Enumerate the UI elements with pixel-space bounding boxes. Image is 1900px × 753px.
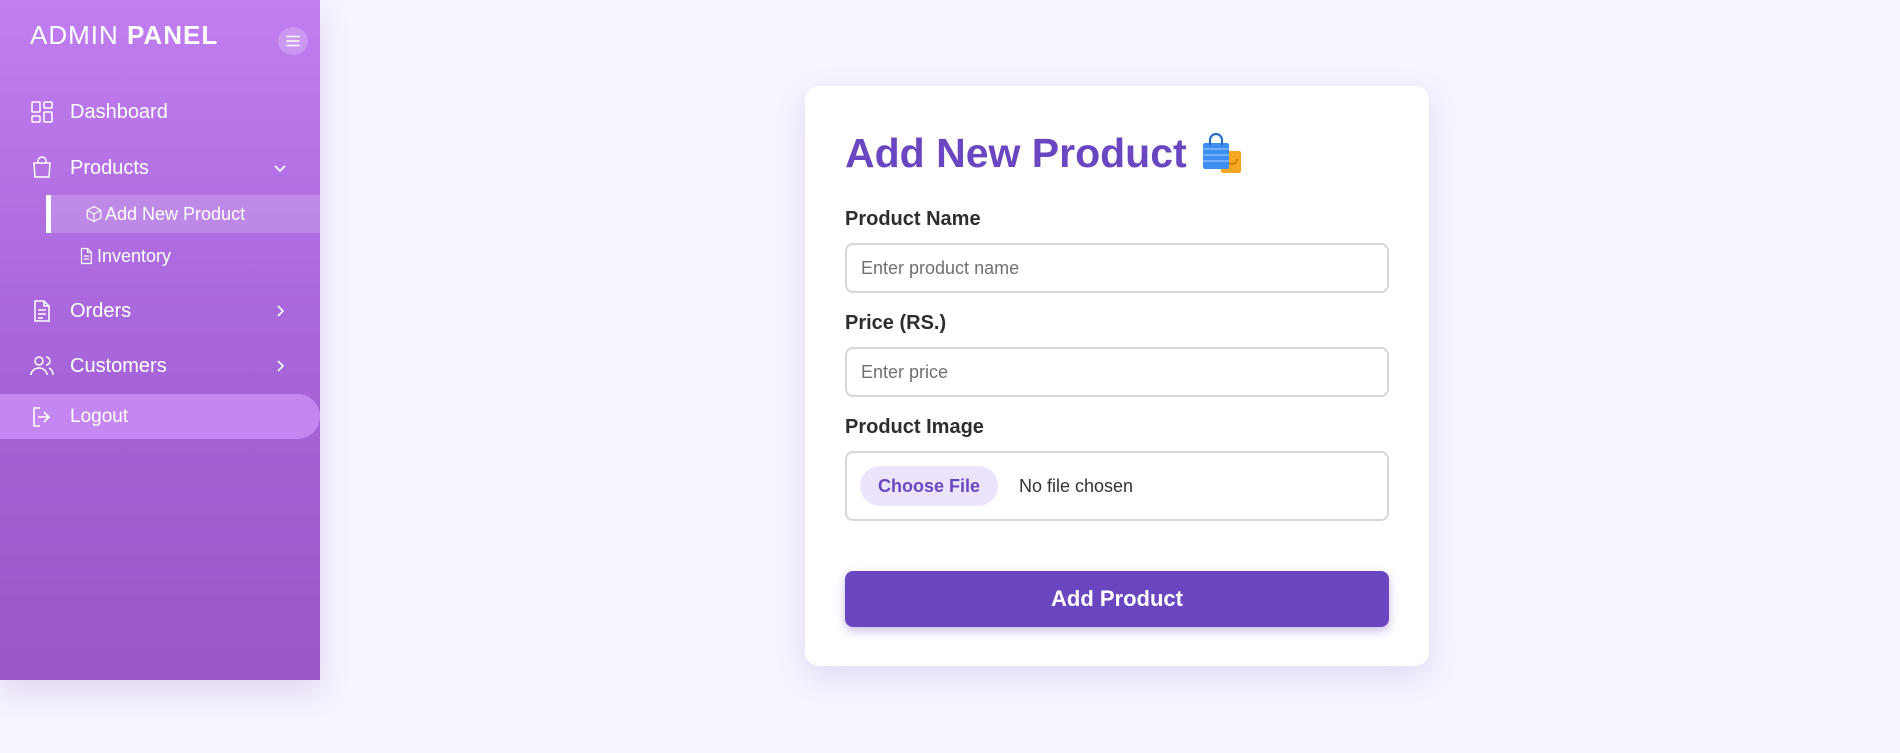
document-icon <box>34 300 50 322</box>
sidebar-subitem-label: Inventory <box>97 245 172 266</box>
sidebar-item-label: Orders <box>70 299 132 322</box>
shopping-bag-icon <box>33 156 51 178</box>
product-name-label: Product Name <box>845 208 981 230</box>
sidebar-item-label: Dashboard <box>70 100 168 123</box>
logout-icon <box>33 406 51 427</box>
box-icon <box>86 205 102 223</box>
sidebar-item-dashboard[interactable]: Dashboard <box>0 90 320 134</box>
shopping-bags-emoji-icon <box>1202 132 1241 173</box>
hamburger-icon <box>286 35 300 47</box>
sidebar-item-orders[interactable]: Orders <box>0 289 320 333</box>
price-input[interactable] <box>845 347 1389 397</box>
product-name-input[interactable] <box>845 243 1389 293</box>
sidebar-item-products[interactable]: Products <box>0 146 320 190</box>
menu-toggle-button[interactable] <box>278 27 308 55</box>
chevron-right-icon <box>277 305 285 317</box>
chevron-right-icon <box>277 360 285 372</box>
brand-logo: ADMIN PANEL <box>30 20 218 51</box>
sidebar-subitem-inventory[interactable]: Inventory <box>77 237 171 275</box>
brand-text-bold: PANEL <box>127 20 219 50</box>
price-label: Price (RS.) <box>845 312 947 334</box>
logout-button[interactable]: Logout <box>0 394 320 439</box>
file-status-text: No file chosen <box>1019 475 1134 496</box>
logout-label: Logout <box>70 405 129 427</box>
brand-text-light: ADMIN <box>30 20 119 50</box>
sidebar-subitem-label: Add New Product <box>105 203 246 224</box>
chevron-down-icon <box>274 165 286 173</box>
dashboard-grid-icon <box>31 101 53 123</box>
add-product-card: Add New Product Product Name Price (RS.)… <box>805 86 1429 666</box>
page-title-text: Add New Product <box>845 130 1187 176</box>
file-upload-field[interactable]: Choose File No file chosen <box>845 451 1389 521</box>
users-icon <box>30 356 54 376</box>
product-image-label: Product Image <box>845 416 984 438</box>
sidebar-item-label: Products <box>70 156 149 179</box>
document-icon <box>80 247 92 265</box>
sidebar-item-customers[interactable]: Customers <box>0 344 320 388</box>
page-title: Add New Product <box>845 130 1245 177</box>
sidebar-subitem-add-new-product[interactable]: Add New Product <box>46 195 320 233</box>
choose-file-button[interactable]: Choose File <box>860 466 998 506</box>
add-product-button[interactable]: Add Product <box>845 571 1389 627</box>
sidebar-item-label: Customers <box>70 354 167 377</box>
sidebar: ADMIN PANEL Dashboard Products Add New P… <box>0 0 320 680</box>
